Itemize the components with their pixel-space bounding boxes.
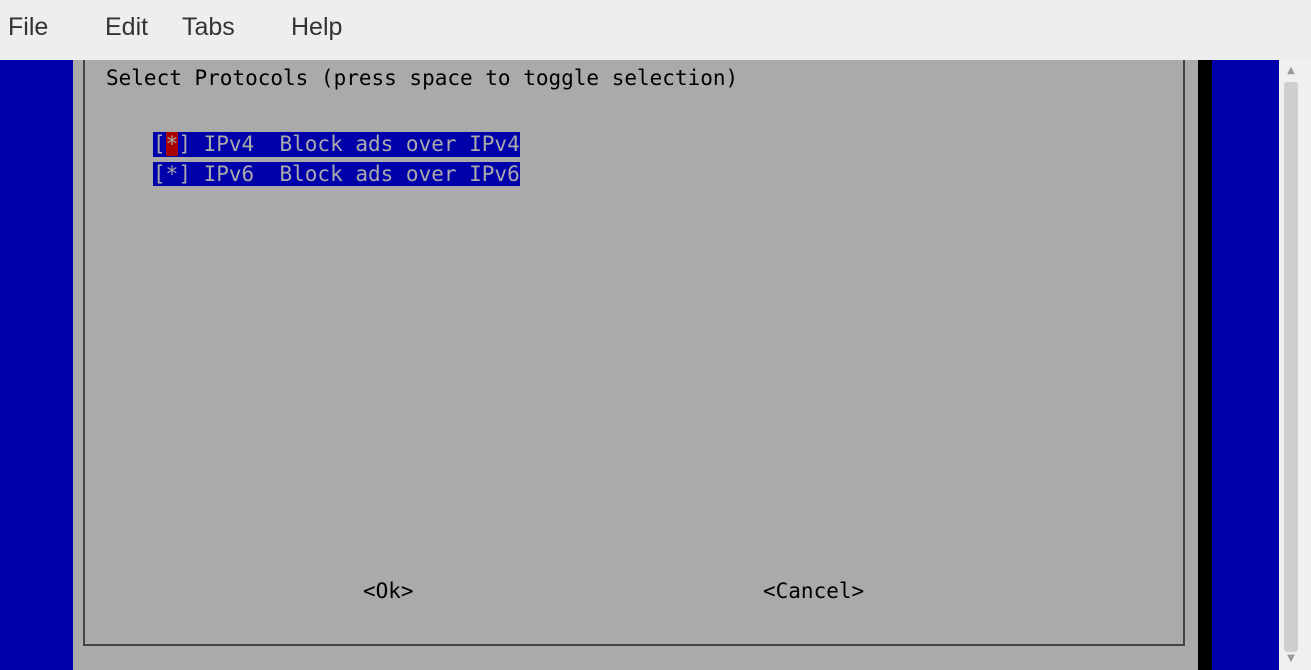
checkbox-ipv4[interactable]: * (165, 132, 179, 156)
terminal-area[interactable]: Select Protocols (press space to toggle … (0, 60, 1279, 670)
menu-file[interactable]: File (8, 12, 48, 42)
menu-bar: File Edit Tabs Help (0, 0, 1311, 60)
checkbox-ipv6[interactable]: * (166, 162, 179, 186)
checkbox-bracket-open: [ (153, 162, 166, 186)
menu-edit[interactable]: Edit (105, 12, 148, 42)
protocol-dialog: Select Protocols (press space to toggle … (73, 60, 1198, 670)
checkbox-bracket-close: ] (178, 162, 191, 186)
menu-tabs[interactable]: Tabs (182, 12, 235, 42)
ok-button[interactable]: <Ok> (363, 579, 414, 604)
checkbox-bracket-open: [ (153, 132, 166, 156)
terminal-window: File Edit Tabs Help Select Protocols (pr… (0, 0, 1311, 670)
item-description: Block ads over IPv4 (279, 132, 520, 156)
dialog-prompt: Select Protocols (press space to toggle … (106, 66, 739, 90)
item-description: Block ads over IPv6 (279, 162, 520, 186)
dialog-shadow (1198, 60, 1212, 670)
scrollbar-thumb[interactable] (1284, 82, 1298, 652)
vertical-scrollbar[interactable]: ▲ ▼ (1279, 60, 1311, 670)
scroll-up-arrow-icon[interactable]: ▲ (1284, 64, 1298, 78)
item-tag: IPv4 (203, 132, 255, 156)
checklist-item-ipv6[interactable]: [*] IPv6 Block ads over IPv6 (153, 162, 520, 186)
scroll-down-arrow-icon[interactable]: ▼ (1284, 652, 1298, 666)
cancel-button[interactable]: <Cancel> (763, 579, 864, 604)
checkbox-bracket-close: ] (178, 132, 191, 156)
checklist-item-ipv4[interactable]: [*] IPv4 Block ads over IPv4 (153, 132, 520, 157)
menu-help[interactable]: Help (291, 12, 342, 42)
item-tag: IPv6 (203, 162, 255, 186)
